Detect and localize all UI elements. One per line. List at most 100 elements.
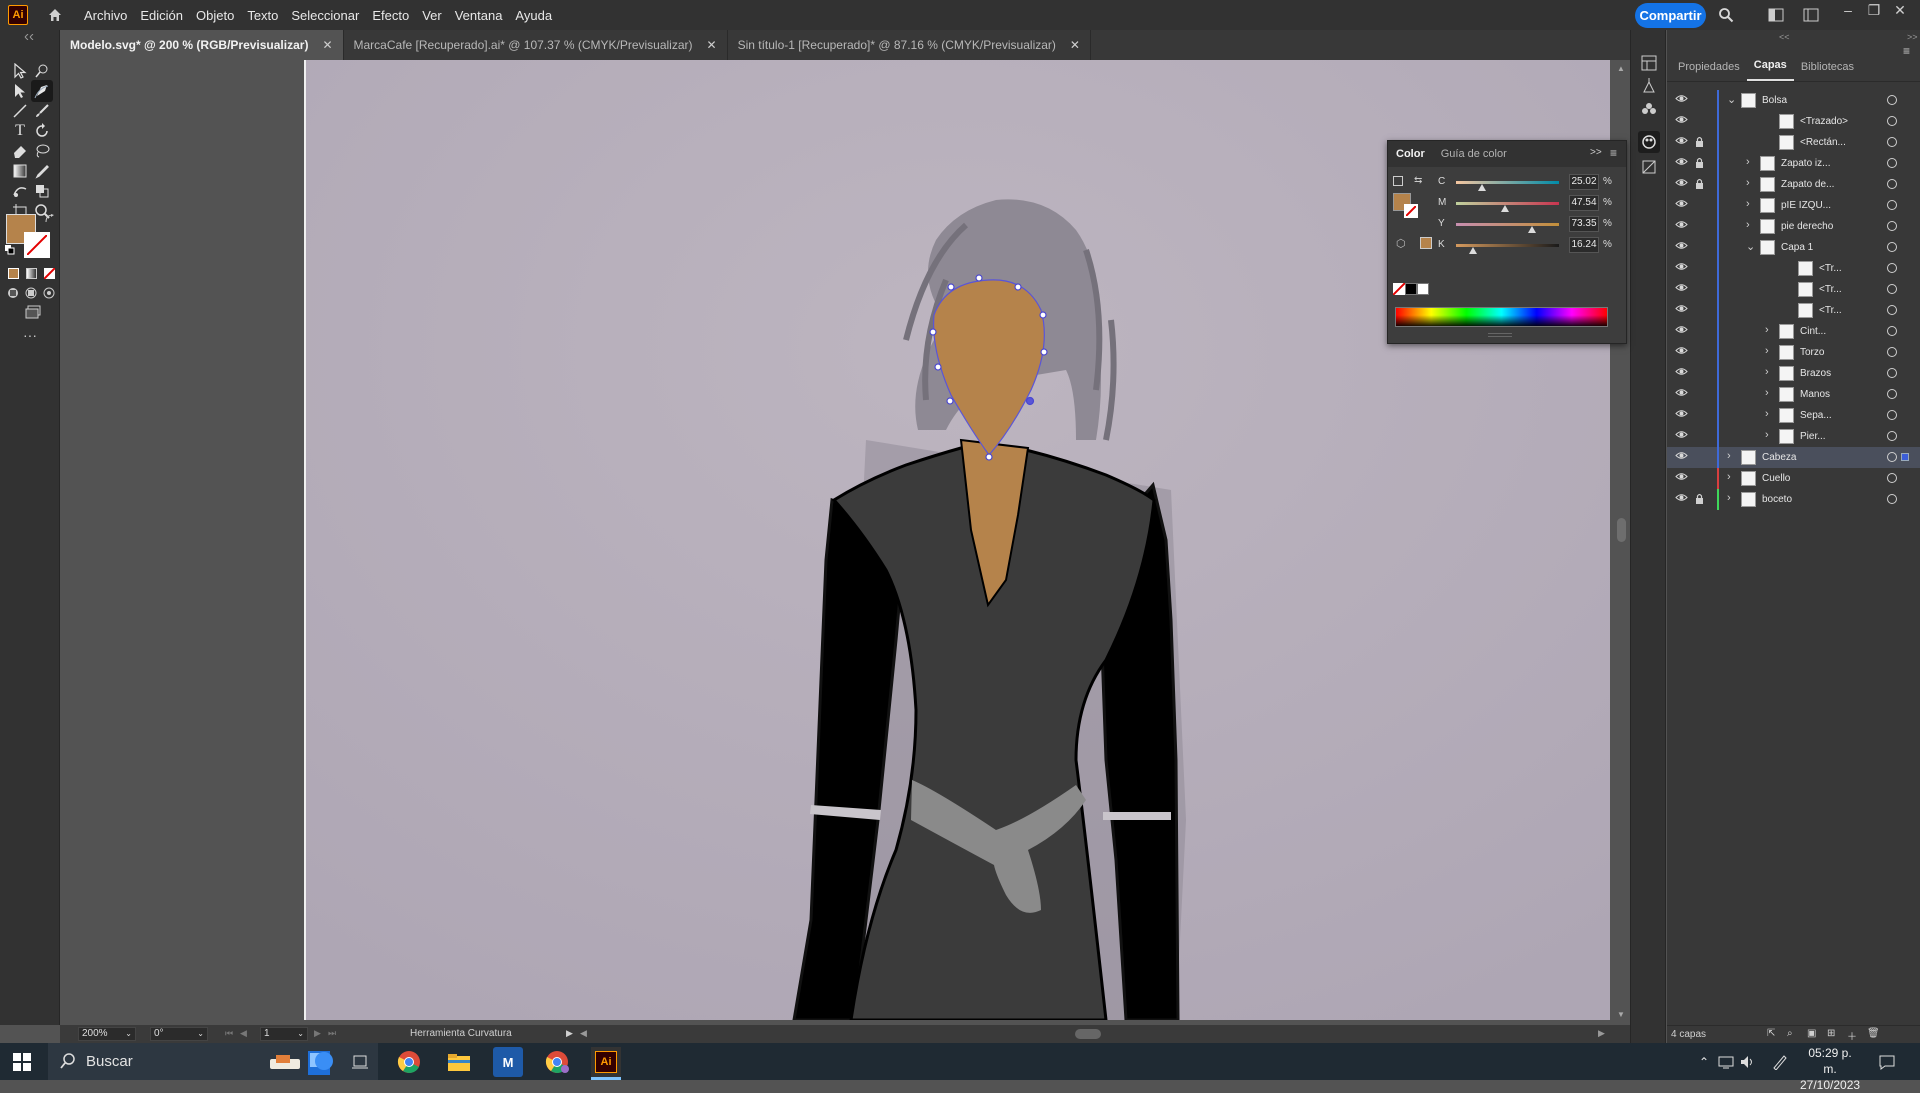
chevron-down-icon[interactable]: ⌄ [1727,93,1736,106]
target-circle-icon[interactable] [1887,116,1897,126]
visibility-eye-icon[interactable] [1675,94,1688,106]
color-panel-icon[interactable] [1638,131,1660,153]
slider-knob[interactable] [1527,226,1536,233]
white-swatch[interactable] [1417,283,1429,295]
close-tab-icon[interactable]: ✕ [322,38,332,52]
target-circle-icon[interactable] [1887,179,1897,189]
target-circle-icon[interactable] [1887,368,1897,378]
direct-selection-icon[interactable] [9,80,31,102]
search-icon[interactable] [1716,5,1736,25]
slider-value-input[interactable]: 16.24 [1569,237,1599,253]
menu-ventana[interactable]: Ventana [455,8,503,23]
new-layer-icon[interactable]: ＋ [1847,1028,1857,1043]
layer-row[interactable]: <Tr... [1667,258,1920,279]
menu-seleccionar[interactable]: Seleccionar [291,8,359,23]
delete-layer-icon[interactable]: 🗑 [1867,1028,1880,1039]
visibility-eye-icon[interactable] [1675,283,1688,295]
eyedropper-icon[interactable] [31,160,53,182]
layer-row[interactable]: › pie derecho [1667,216,1920,237]
lock-icon[interactable] [1695,493,1704,507]
layer-row[interactable]: › Zapato iz... [1667,153,1920,174]
slider-track[interactable] [1456,181,1559,184]
target-circle-icon[interactable] [1887,95,1897,105]
cp-stroke-swatch[interactable] [1404,204,1418,218]
resize-grip-icon[interactable] [1488,333,1512,337]
locate-object-icon[interactable]: ⌕ [1787,1028,1793,1039]
gradient-mode-icon[interactable] [24,266,38,280]
panel-collapse-icon[interactable]: << [1779,32,1790,42]
close-tab-icon[interactable]: ✕ [707,38,717,52]
status-menu-arrow[interactable]: ▶ [566,1028,573,1039]
scroll-right-icon[interactable]: ▶ [1598,1028,1605,1039]
lasso-icon[interactable] [31,140,53,162]
layer-row[interactable]: › boceto [1667,489,1920,510]
color-guide-panel-icon[interactable] [1638,156,1660,178]
restore-button[interactable]: ❐ [1862,2,1886,19]
chrome-icon[interactable] [394,1047,424,1077]
type-tool-icon[interactable]: T [9,120,31,142]
color-mode-icon[interactable] [6,266,20,280]
visibility-eye-icon[interactable] [1675,136,1688,148]
visibility-eye-icon[interactable] [1675,220,1688,232]
chevron-right-icon[interactable]: › [1765,345,1769,357]
layer-row[interactable]: <Rectán... [1667,132,1920,153]
visibility-eye-icon[interactable] [1675,472,1688,484]
close-window-button[interactable]: ✕ [1888,2,1912,19]
selection-indicator-icon[interactable] [1901,453,1909,461]
visibility-eye-icon[interactable] [1675,325,1688,337]
illustrator-taskbar-icon[interactable]: Ai [591,1047,621,1077]
zoom-dropdown-icon[interactable]: ⌄ [125,1028,132,1040]
artboard-dropdown-icon[interactable]: ⌄ [297,1028,304,1040]
target-circle-icon[interactable] [1887,473,1897,483]
layer-row[interactable]: › Cabeza [1667,447,1920,468]
slider-value-input[interactable]: 47.54 [1569,195,1599,211]
visibility-eye-icon[interactable] [1675,346,1688,358]
properties-panel-icon[interactable] [1638,52,1660,74]
layer-row[interactable]: › Brazos [1667,363,1920,384]
layer-row[interactable]: › Torzo [1667,342,1920,363]
line-tool-icon[interactable] [9,100,31,122]
target-circle-icon[interactable] [1887,200,1897,210]
eraser-icon[interactable] [9,140,31,162]
symbols-panel-icon[interactable] [1638,98,1660,120]
chevron-right-icon[interactable]: › [1746,219,1750,231]
scroll-left-icon[interactable]: ◀ [580,1028,587,1039]
canvas-area[interactable] [61,60,1616,1025]
slider-track[interactable] [1456,223,1559,226]
horizontal-scroll-thumb[interactable] [1075,1029,1101,1039]
visibility-eye-icon[interactable] [1675,178,1688,190]
tab-capas[interactable]: Capas [1746,59,1794,81]
scrollbar-thumb[interactable] [1617,518,1626,542]
target-circle-icon[interactable] [1887,221,1897,231]
tab-bibliotecas[interactable]: Bibliotecas [1794,61,1861,81]
close-tab-icon[interactable]: ✕ [1070,38,1080,52]
paintbrush-icon[interactable] [31,100,53,122]
prev-artboard-icon[interactable]: ◀ [240,1028,247,1039]
target-circle-icon[interactable] [1887,242,1897,252]
rotate-tool-icon[interactable] [31,120,53,142]
slider-knob[interactable] [1477,184,1486,191]
chevron-right-icon[interactable]: › [1746,177,1750,189]
layer-row[interactable]: ⌄ Capa 1 [1667,237,1920,258]
color-panel-collapse-icon[interactable]: >> [1590,147,1602,158]
network-icon[interactable] [1717,1053,1735,1071]
menu-archivo[interactable]: Archivo [84,8,127,23]
chevron-right-icon[interactable]: › [1765,387,1769,399]
zoom-field[interactable]: 200% ⌄ [78,1027,136,1041]
target-circle-icon[interactable] [1887,389,1897,399]
chevron-right-icon[interactable]: › [1765,324,1769,336]
menu-efecto[interactable]: Efecto [372,8,409,23]
nearest-color-swatch[interactable] [1420,237,1432,249]
rotation-field[interactable]: 0° ⌄ [150,1027,208,1041]
visibility-eye-icon[interactable] [1675,115,1688,127]
artboard-number-field[interactable]: 1 ⌄ [260,1027,308,1041]
gradient-tool-icon[interactable] [9,160,31,182]
export-icon[interactable]: ⇱ [1767,1028,1775,1039]
target-circle-icon[interactable] [1887,347,1897,357]
black-swatch[interactable] [1405,283,1417,295]
slider-knob[interactable] [1500,205,1509,212]
visibility-eye-icon[interactable] [1675,451,1688,463]
layer-row[interactable]: › pIE IZQU... [1667,195,1920,216]
layer-row[interactable]: <Tr... [1667,279,1920,300]
blend-tool-icon[interactable] [31,180,53,202]
